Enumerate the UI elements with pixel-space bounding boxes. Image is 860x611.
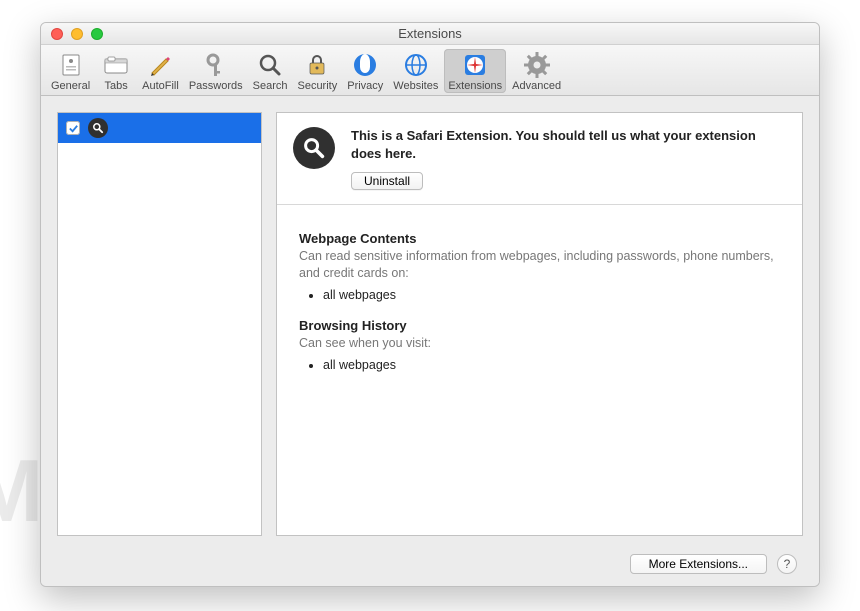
tab-label: Extensions [448,80,502,92]
window-title: Extensions [41,26,819,41]
preferences-toolbar: General Tabs AutoFill Passwords Search [41,45,819,96]
tab-label: Security [297,80,337,92]
tab-label: General [51,80,90,92]
gear-icon [523,51,551,79]
content-main: This is a Safari Extension. You should t… [57,112,803,536]
detail-header: This is a Safari Extension. You should t… [277,113,802,205]
websites-icon [402,51,430,79]
tab-label: Websites [393,80,438,92]
tab-search[interactable]: Search [249,49,292,93]
tab-label: Passwords [189,80,243,92]
webpage-contents-text: Can read sensitive information from webp… [299,248,780,282]
extensions-icon [461,51,489,79]
privacy-icon [351,51,379,79]
search-icon [256,51,284,79]
extension-detail-panel: This is a Safari Extension. You should t… [276,112,803,536]
browsing-history-list: all webpages [323,358,780,372]
extension-description: This is a Safari Extension. You should t… [351,127,786,162]
list-item: all webpages [323,288,780,302]
webpage-contents-list: all webpages [323,288,780,302]
more-extensions-button[interactable]: More Extensions... [630,554,767,574]
tab-label: Privacy [347,80,383,92]
magnifier-icon [88,118,108,138]
browsing-history-heading: Browsing History [299,318,780,333]
webpage-contents-heading: Webpage Contents [299,231,780,246]
tab-passwords[interactable]: Passwords [185,49,247,93]
tab-label: Tabs [105,80,128,92]
extension-enable-checkbox[interactable] [66,121,80,135]
tab-privacy[interactable]: Privacy [343,49,387,93]
extensions-sidebar [57,112,262,536]
browsing-history-text: Can see when you visit: [299,335,780,352]
permissions-section: Webpage Contents Can read sensitive info… [277,205,802,414]
content-area: This is a Safari Extension. You should t… [41,96,819,586]
tab-label: Advanced [512,80,561,92]
key-icon [202,51,230,79]
tab-security[interactable]: Security [293,49,341,93]
list-item: all webpages [323,358,780,372]
tab-tabs[interactable]: Tabs [96,49,136,93]
general-icon [57,51,85,79]
titlebar: Extensions [41,23,819,45]
tab-general[interactable]: General [47,49,94,93]
magnifier-icon [293,127,335,169]
tab-advanced[interactable]: Advanced [508,49,565,93]
tabs-icon [102,51,130,79]
lock-icon [303,51,331,79]
tab-websites[interactable]: Websites [389,49,442,93]
tab-label: AutoFill [142,80,179,92]
uninstall-button[interactable]: Uninstall [351,172,423,190]
help-button[interactable]: ? [777,554,797,574]
tab-label: Search [253,80,288,92]
preferences-window: Extensions General Tabs AutoFill Passw [40,22,820,587]
footer-bar: More Extensions... ? [57,550,803,576]
tab-extensions[interactable]: Extensions [444,49,506,93]
extension-list-item[interactable] [58,113,261,143]
tab-autofill[interactable]: AutoFill [138,49,183,93]
autofill-icon [146,51,174,79]
